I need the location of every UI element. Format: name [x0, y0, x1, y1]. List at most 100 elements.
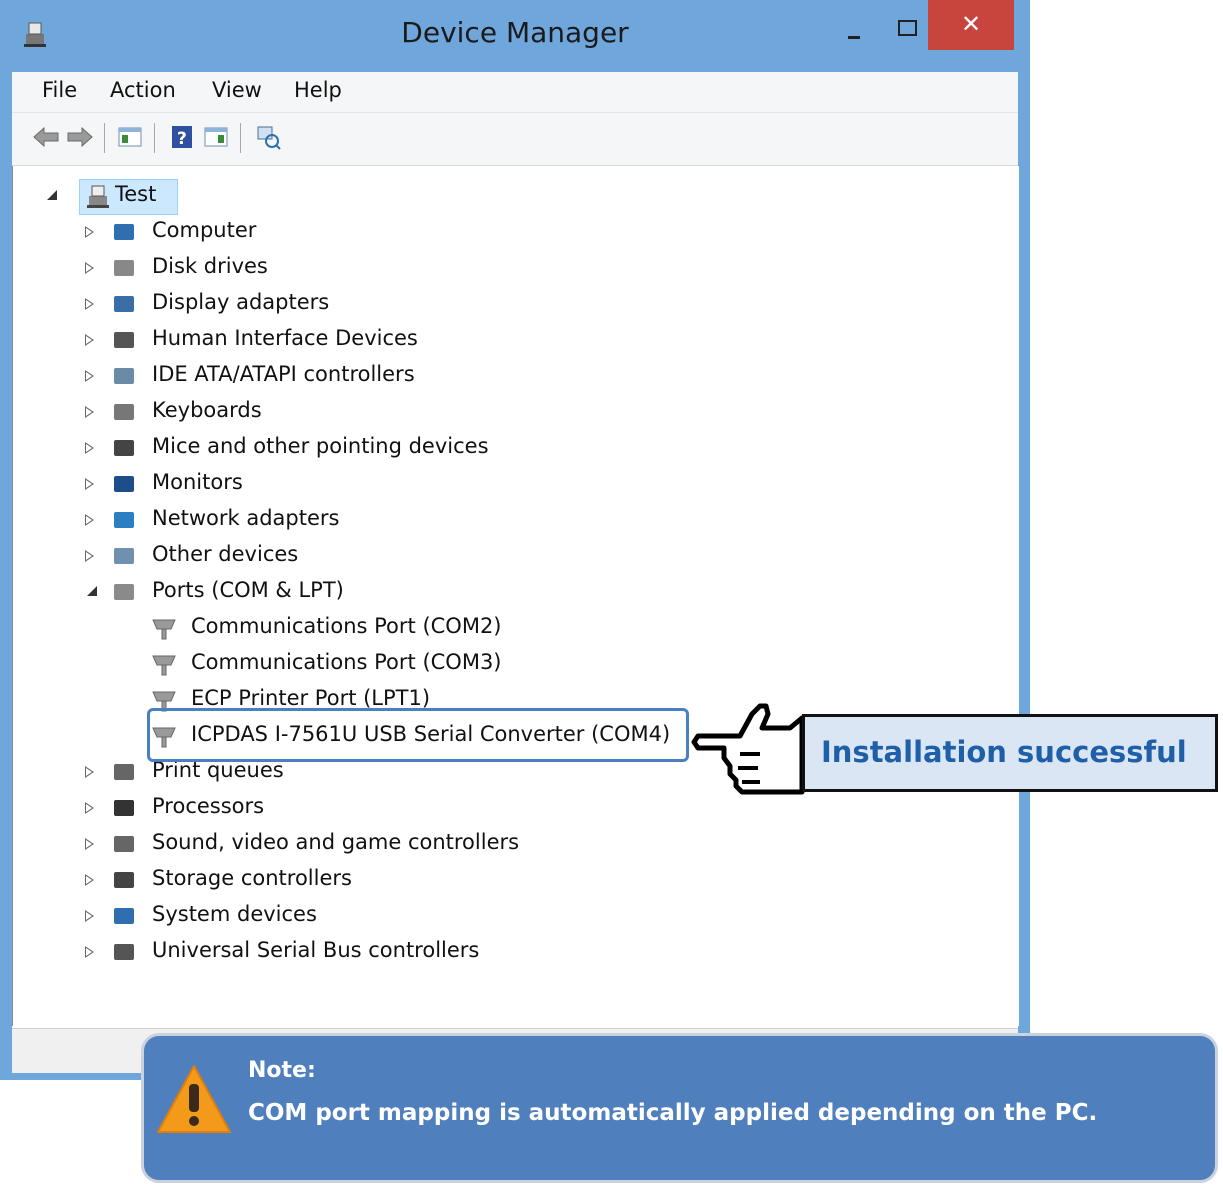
device-manager-window: Device Manager ✕ File Action View Help ?…: [0, 0, 1030, 1080]
tree-category-label: Network adapters: [152, 506, 340, 530]
tree-category-row[interactable]: Human Interface Devices: [13, 324, 613, 358]
speaker-icon: [114, 836, 134, 852]
usb-icon: [114, 944, 134, 960]
collapsed-arrow-icon[interactable]: [85, 478, 94, 490]
menu-action[interactable]: Action: [110, 78, 176, 102]
callout-text: Installation successful: [821, 735, 1187, 769]
show-action-pane-icon[interactable]: [202, 123, 230, 151]
port-device-label: Communications Port (COM2): [191, 614, 502, 638]
tree-category-label: Human Interface Devices: [152, 326, 418, 350]
tree-category-row[interactable]: Storage controllers: [13, 864, 613, 898]
collapsed-arrow-icon[interactable]: [85, 910, 94, 922]
tree-category-label: Other devices: [152, 542, 299, 566]
tree-category-row[interactable]: Universal Serial Bus controllers: [13, 936, 613, 970]
warning-icon: [157, 1065, 231, 1133]
close-button[interactable]: ✕: [928, 0, 1014, 50]
help-icon[interactable]: ?: [168, 123, 196, 151]
network-adapter-icon: [114, 512, 134, 528]
tree-category-label: Mice and other pointing devices: [152, 434, 489, 458]
tree-category-row[interactable]: Processors: [13, 792, 613, 826]
forward-icon[interactable]: [66, 123, 94, 151]
collapsed-arrow-icon[interactable]: [85, 874, 94, 886]
collapsed-arrow-icon[interactable]: [85, 298, 94, 310]
collapsed-arrow-icon[interactable]: [85, 334, 94, 346]
minimize-button[interactable]: [820, 6, 884, 48]
pointing-hand-icon: [691, 703, 805, 795]
collapsed-arrow-icon[interactable]: [85, 838, 94, 850]
tree-category-row[interactable]: IDE ATA/ATAPI controllers: [13, 360, 613, 394]
collapsed-arrow-icon[interactable]: [85, 946, 94, 958]
menu-help[interactable]: Help: [294, 78, 342, 102]
collapsed-arrow-icon[interactable]: [85, 262, 94, 274]
tree-category-label: IDE ATA/ATAPI controllers: [152, 362, 415, 386]
client-area: File Action View Help ? Test Computer Di…: [12, 72, 1019, 1073]
tree-category-label: Computer: [152, 218, 257, 242]
display-adapter-icon: [114, 296, 134, 312]
human-interface-device-icon: [114, 332, 134, 348]
keyboard-icon: [114, 404, 134, 420]
collapsed-arrow-icon[interactable]: [85, 370, 94, 382]
tree-category-label: Monitors: [152, 470, 243, 494]
printer-icon: [114, 764, 134, 780]
tree-category-row[interactable]: Disk drives: [13, 252, 613, 286]
installation-callout: Installation successful: [802, 714, 1218, 792]
expanded-arrow-icon[interactable]: [47, 190, 57, 200]
port-icon: [152, 619, 176, 640]
collapsed-arrow-icon[interactable]: [85, 226, 94, 238]
tree-category-row[interactable]: System devices: [13, 900, 613, 934]
storage-controller-icon: [114, 872, 134, 888]
tree-category-row[interactable]: Network adapters: [13, 504, 613, 538]
tree-category-label: Ports (COM & LPT): [152, 578, 344, 602]
tree-category-row[interactable]: Sound, video and game controllers: [13, 828, 613, 862]
tree-category-label: Storage controllers: [152, 866, 352, 890]
toolbar: ?: [12, 113, 1018, 166]
tree-category-label: Universal Serial Bus controllers: [152, 938, 480, 962]
device-tree: Test Computer Disk drives Display adapters…: [12, 166, 1019, 1026]
svg-text:?: ?: [177, 129, 187, 149]
menu-file[interactable]: File: [42, 78, 77, 102]
computer-root-icon: [87, 185, 109, 208]
title-bar[interactable]: Device Manager ✕: [0, 0, 1030, 72]
tree-category-label: Keyboards: [152, 398, 262, 422]
tree-category-row[interactable]: Keyboards: [13, 396, 613, 430]
tree-category-label: Disk drives: [152, 254, 268, 278]
tree-category-label: Display adapters: [152, 290, 330, 314]
toolbar-separator: [240, 123, 241, 153]
port-device-row[interactable]: Communications Port (COM3): [13, 648, 693, 682]
back-icon[interactable]: [32, 123, 60, 151]
collapsed-arrow-icon[interactable]: [85, 442, 94, 454]
port-device-label: ECP Printer Port (LPT1): [191, 686, 431, 710]
port-icon: [152, 655, 176, 676]
tree-category-row[interactable]: Other devices: [13, 540, 613, 574]
tree-root-row[interactable]: Test: [13, 179, 413, 215]
show-hide-console-tree-icon[interactable]: [116, 123, 144, 151]
menu-view[interactable]: View: [212, 78, 262, 102]
toolbar-separator: [154, 123, 155, 153]
tree-category-label: System devices: [152, 902, 317, 926]
menu-bar: File Action View Help: [12, 72, 1018, 113]
ide-controller-icon: [114, 368, 134, 384]
port-device-row[interactable]: Communications Port (COM2): [13, 612, 693, 646]
collapsed-arrow-icon[interactable]: [85, 802, 94, 814]
collapsed-arrow-icon[interactable]: [85, 406, 94, 418]
port-device-label: Communications Port (COM3): [191, 650, 502, 674]
system-devices-icon: [114, 908, 134, 924]
collapsed-arrow-icon[interactable]: [85, 766, 94, 778]
note-title: Note:: [248, 1058, 316, 1083]
tree-category-row[interactable]: Ports (COM & LPT): [13, 576, 613, 610]
collapsed-arrow-icon[interactable]: [85, 514, 94, 526]
monitor-icon: [114, 476, 134, 492]
tree-category-row[interactable]: Mice and other pointing devices: [13, 432, 613, 466]
computer-icon: [114, 224, 134, 240]
tree-category-row[interactable]: Display adapters: [13, 288, 613, 322]
tree-category-row[interactable]: Computer: [13, 216, 613, 250]
disk-drive-icon: [114, 260, 134, 276]
com4-highlight-box: [147, 708, 689, 762]
tree-category-row[interactable]: Monitors: [13, 468, 613, 502]
collapsed-arrow-icon[interactable]: [85, 550, 94, 562]
scan-hardware-changes-icon[interactable]: [254, 123, 282, 151]
maximize-button[interactable]: [880, 6, 932, 48]
note-box: Note: COM port mapping is automatically …: [141, 1033, 1218, 1183]
expanded-arrow-icon[interactable]: [87, 586, 97, 596]
processor-icon: [114, 800, 134, 816]
